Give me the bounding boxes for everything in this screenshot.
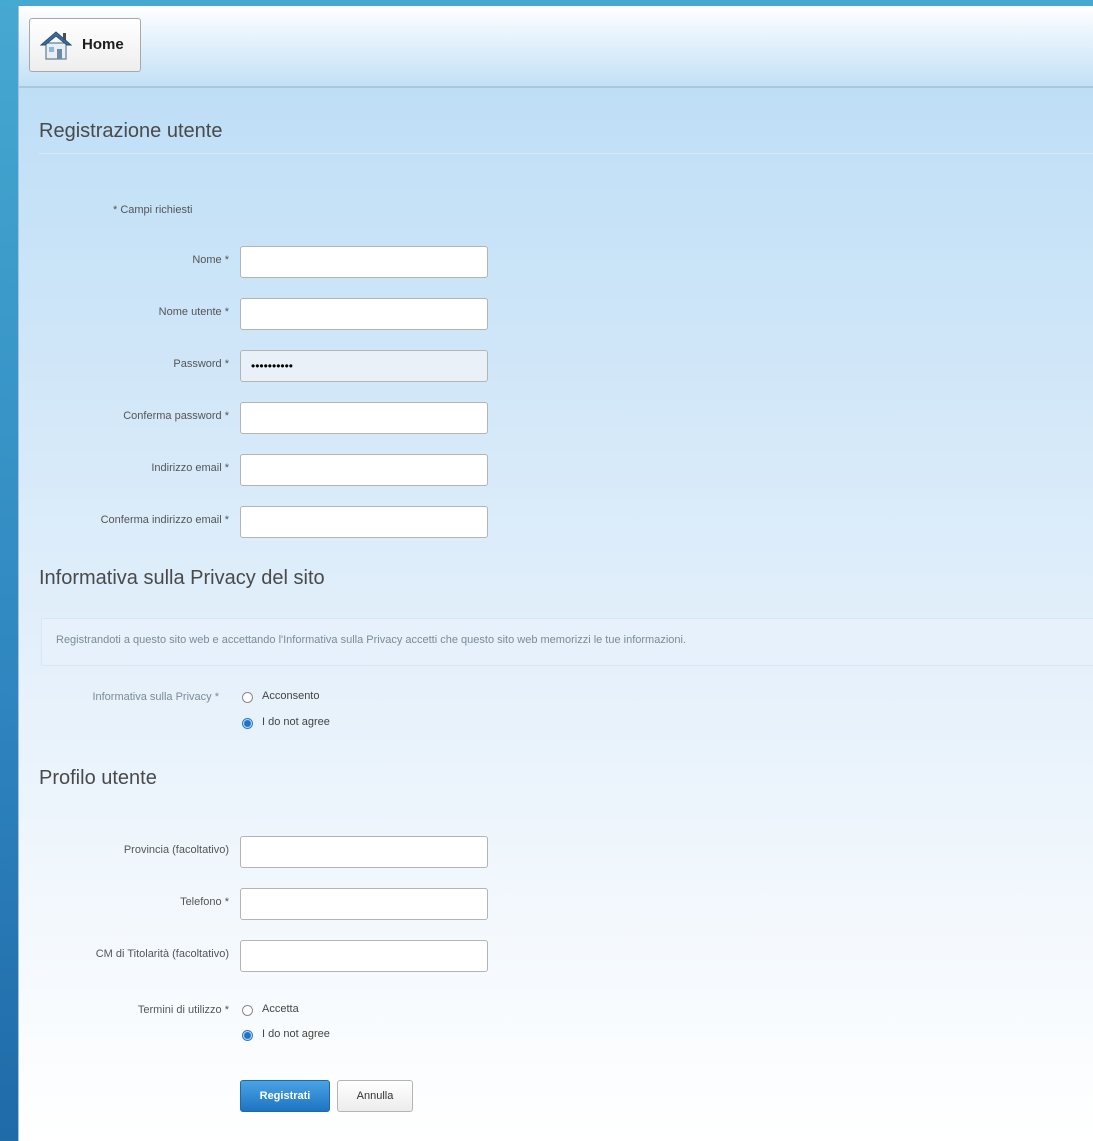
cm-titolarita-input[interactable]: [240, 940, 488, 972]
phone-input[interactable]: [240, 888, 488, 920]
name-input[interactable]: [240, 246, 488, 278]
home-button-label: Home: [82, 36, 124, 53]
register-button[interactable]: Registrati: [240, 1080, 330, 1112]
confirm-email-input[interactable]: [240, 506, 488, 538]
username-input[interactable]: [240, 298, 488, 330]
confirm-password-label: Conferma password *: [123, 410, 229, 422]
username-label: Nome utente *: [158, 306, 229, 318]
home-icon: [39, 31, 73, 60]
password-label: Password *: [173, 358, 229, 370]
password-input[interactable]: [240, 350, 488, 382]
email-label: Indirizzo email *: [151, 462, 229, 474]
confirm-password-input[interactable]: [240, 402, 488, 434]
privacy-consent-label: Informativa sulla Privacy *: [92, 691, 219, 703]
radio-privacy-disagree[interactable]: [242, 718, 253, 729]
privacy-notice-text: Registrandoti a questo sito web e accett…: [56, 634, 687, 646]
home-button[interactable]: Home: [29, 18, 141, 72]
radio-accept-label: Accetta: [262, 1003, 299, 1015]
province-input[interactable]: [240, 836, 488, 868]
province-label: Provincia (facoltativo): [123, 844, 229, 856]
cancel-button[interactable]: Annulla: [337, 1080, 413, 1112]
name-label: Nome *: [192, 254, 229, 266]
toolbar: Home: [19, 6, 1093, 88]
radio-terms-disagree-label: I do not agree: [262, 1028, 330, 1040]
radio-consent[interactable]: [242, 692, 253, 703]
confirm-email-label: Conferma indirizzo email *: [100, 514, 229, 526]
email-input[interactable]: [240, 454, 488, 486]
radio-privacy-disagree-label: I do not agree: [262, 716, 330, 728]
phone-label: Telefono *: [180, 896, 229, 908]
profile-section-title: Profilo utente: [39, 767, 157, 789]
required-fields-note: * Campi richiesti: [113, 204, 193, 216]
radio-terms-disagree[interactable]: [242, 1030, 253, 1041]
registration-page: Home Registrazione utente * Campi richie…: [18, 6, 1093, 1141]
title-divider: [39, 153, 1093, 154]
privacy-notice-box: Registrandoti a questo sito web e accett…: [41, 618, 1093, 666]
terms-label: Termini di utilizzo *: [137, 1004, 229, 1016]
radio-accept[interactable]: [242, 1005, 253, 1016]
page-title: Registrazione utente: [39, 120, 223, 142]
privacy-section-title: Informativa sulla Privacy del sito: [39, 567, 325, 589]
cm-titolarita-label: CM di Titolarità (facoltativo): [95, 948, 229, 960]
radio-consent-label: Acconsento: [262, 690, 320, 702]
